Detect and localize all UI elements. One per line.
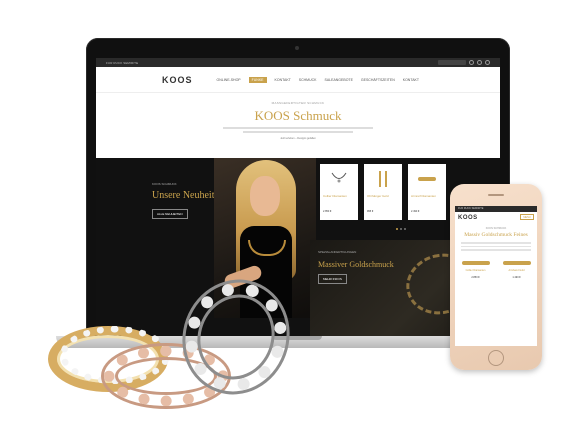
bracelet-icon [461, 260, 490, 265]
nav-item-online-shop[interactable]: ONLINE-SHOP [217, 78, 241, 82]
nav-item-kontakt[interactable]: KONTAKT [275, 78, 291, 82]
carousel-dots[interactable] [396, 228, 406, 230]
phone-eyebrow: KOOS SCHMUCK [485, 227, 507, 230]
hero-section: MASSGEFERTIGTER SCHMUCK KOOS Schmuck Jet… [96, 93, 500, 148]
phone-product-price: 1.190 € [512, 275, 521, 279]
bracelet-icon [502, 260, 531, 265]
user-icon[interactable] [469, 60, 474, 65]
product-price: 2.490 € [411, 210, 420, 213]
product-card[interactable]: Armreif Diamanten 2.490 € [408, 164, 446, 220]
nav-item-geschaeftszeiten[interactable]: GESCHÄFTSZEITEN [361, 78, 395, 82]
top-bar-text: FUR RUCK SEMIR/TE [106, 60, 139, 65]
phone-product-price: 2.850 € [471, 275, 480, 279]
search-input[interactable] [438, 60, 466, 65]
phone-product-card[interactable]: Armband Gold 1.190 € [501, 257, 533, 297]
product-name: Armreif Diamanten [411, 194, 437, 198]
dark-feature-area: KOOS SCHMUCK Unsere Neuheiten ALLE NEUHE… [96, 158, 500, 338]
nav-item-funke[interactable]: FUNKE [248, 76, 267, 83]
cart-icon[interactable] [485, 60, 490, 65]
laptop-frame: FUR RUCK SEMIR/TE KOOS ONLINE-SHOP FUNKE… [86, 38, 510, 338]
product-name: Collier Diamanten [323, 194, 347, 198]
phone-menu-button[interactable]: MENU [520, 214, 534, 220]
product-card[interactable]: Ohrhänger Gold 995 € [364, 164, 402, 220]
laptop-screen: FUR RUCK SEMIR/TE KOOS ONLINE-SHOP FUNKE… [96, 58, 500, 338]
bracelet-icon [418, 177, 436, 181]
news-button[interactable]: ALLE NEUHEITEN [152, 209, 188, 219]
product-price: 2.850 € [323, 210, 332, 213]
necklace-icon [331, 172, 347, 183]
product-name: Ohrhänger Gold [367, 194, 389, 198]
brand-logo[interactable]: KOOS [162, 75, 193, 85]
product-card[interactable]: Collier Diamanten 2.850 € [320, 164, 358, 220]
phone-product-name: Armband Gold [508, 268, 525, 272]
nav-item-kontakt-2[interactable]: KONTAKT [403, 78, 419, 82]
gold-eyebrow: SPEZIALANFERTIGUNGEN [318, 250, 357, 254]
hero-title: KOOS Schmuck [254, 108, 342, 123]
hero-eyebrow: MASSGEFERTIGTER SCHMUCK [271, 101, 325, 105]
nav-item-saleangebote[interactable]: SALEANGEBOTE [325, 78, 353, 82]
top-bar-actions [438, 60, 490, 65]
phone-title: Massiv Goldschmuck Feines [464, 232, 528, 238]
top-bar: FUR RUCK SEMIR/TE [96, 58, 500, 67]
gold-heading: Massiver Goldschmuck [318, 260, 394, 269]
model-face [250, 176, 280, 216]
camera-icon [295, 46, 299, 50]
earring-icon [379, 171, 387, 187]
phone-screen: FUR RUCK SEMIR/TE KOOS MENU KOOS SCHMUCK… [455, 206, 537, 346]
phone-frame: FUR RUCK SEMIR/TE KOOS MENU KOOS SCHMUCK… [450, 184, 542, 370]
nav-item-schmuck[interactable]: SCHMUCK [299, 78, 317, 82]
phone-hero: KOOS SCHMUCK Massiv Goldschmuck Feines [455, 227, 537, 238]
main-navigation: KOOS ONLINE-SHOP FUNKE KONTAKT SCHMUCK S… [96, 67, 500, 93]
heart-icon[interactable] [477, 60, 482, 65]
hero-text-line [223, 127, 373, 129]
product-price: 995 € [367, 210, 374, 213]
phone-product-card[interactable]: Collier Diamanten 2.850 € [460, 257, 492, 297]
phone-product-name: Collier Diamanten [465, 268, 486, 272]
speaker-icon [488, 194, 504, 196]
gold-button[interactable]: MEHR INFOS [318, 274, 347, 284]
hero-text-line [243, 131, 353, 133]
hero-link[interactable]: Jetzt erleben – Designs gefallen [96, 137, 500, 140]
home-button[interactable] [488, 350, 504, 366]
phone-products: Collier Diamanten 2.850 € Armband Gold 1… [455, 257, 537, 297]
phone-text-lines [461, 242, 531, 251]
